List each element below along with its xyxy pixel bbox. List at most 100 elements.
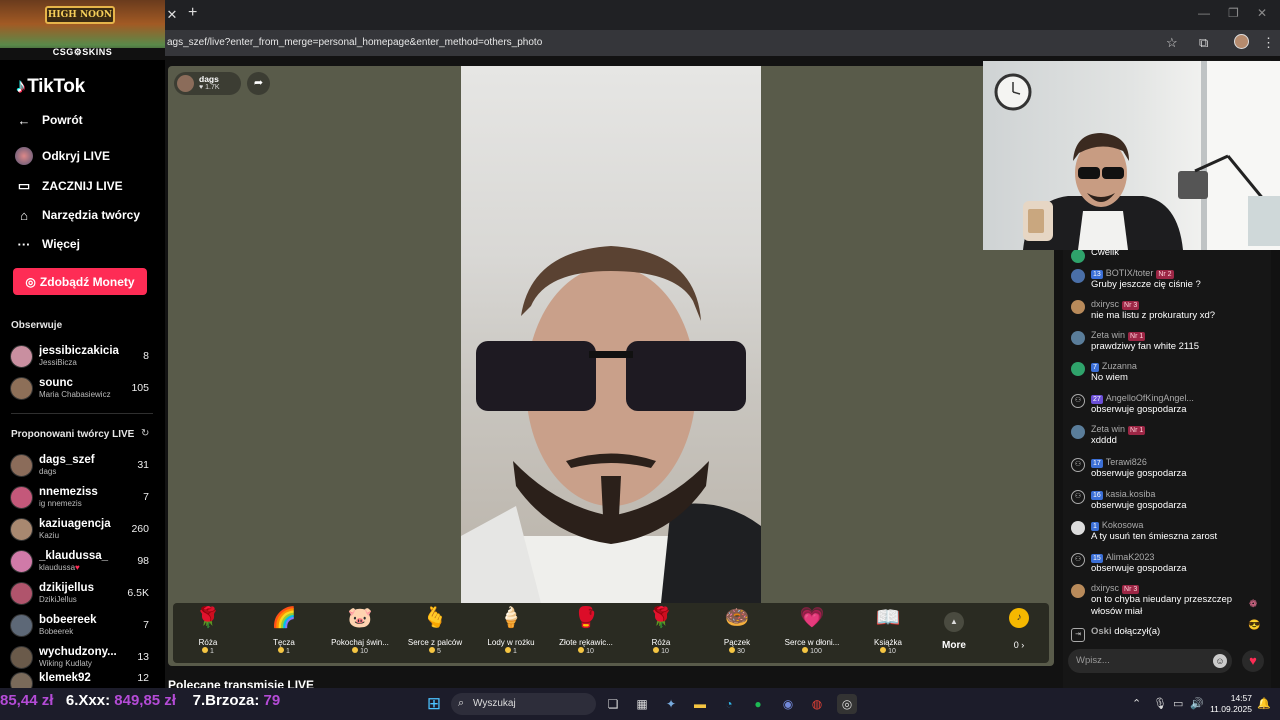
chat-message: ⚇ 15 AlimaK2023 obserwuje gospodarza	[1071, 551, 1267, 575]
chat-message: ⚇ 27 AngelloOfKingAngel... obserwuje gospod…	[1071, 392, 1267, 416]
refresh-icon[interactable]: ↻	[141, 428, 149, 439]
follow-icon: ⚇	[1071, 553, 1085, 567]
gift-item[interactable]: 🌹 Róża 10	[625, 606, 697, 655]
nav-creator-tools[interactable]: ⌂ Narzędzia twórcy	[14, 203, 140, 227]
chat-message: 1 Kokosowa A ty usuń ten śmieszna zarost	[1071, 519, 1267, 543]
network-icon[interactable]: ▭	[1173, 697, 1183, 710]
chat-message: ⚇ 16 kasia.kosiba obserwuje gospodarza	[1071, 488, 1267, 512]
suggested-item[interactable]: _klaudussa_ klaudussa♥ 98	[10, 546, 155, 576]
suggested-item[interactable]: kaziuagencja Kaziu 260	[10, 514, 155, 544]
suggested-item[interactable]: dags_szef dags 31	[10, 450, 155, 480]
suggested-item[interactable]: klemek92 12	[10, 672, 155, 688]
windows-start-icon[interactable]: ⊞	[424, 694, 444, 714]
tray-chevron-icon[interactable]: ⌃	[1132, 697, 1141, 710]
tab-close-icon[interactable]: ✕	[166, 7, 178, 23]
finger-heart-icon: 🫰	[422, 607, 448, 629]
promo-brand: CSG⚙SKINS	[52, 47, 113, 57]
minimize-icon[interactable]: —	[1198, 6, 1210, 20]
chat-input[interactable]: Wpisz...	[1068, 649, 1232, 673]
join-message: ⇥ Oski dołączył(a)	[1071, 626, 1267, 642]
gift-item[interactable]: 🐷 Pokochaj świn... 10	[324, 606, 396, 655]
nav-discover-live[interactable]: Odkryj LIVE	[14, 144, 110, 168]
golden-gloves-icon: 🥊	[573, 607, 599, 629]
gift-item[interactable]: 💗 Serce w dłoni... 100	[776, 606, 848, 655]
more-dots-icon: ···	[17, 236, 31, 252]
task-view-icon[interactable]: ❏	[603, 694, 623, 714]
rose-icon: 🌹	[648, 607, 674, 629]
donut-icon: 🍩	[724, 607, 750, 629]
window-close-icon[interactable]: ✕	[1257, 6, 1267, 20]
restore-icon[interactable]: ❐	[1228, 6, 1239, 20]
chat-message: dxirysc Nr 3 nie ma listu z prokuratury xd…	[1071, 298, 1267, 322]
taskbar-clock[interactable]: 14:57 11.09.2025	[1200, 693, 1252, 715]
suggested-item[interactable]: nnemeziss ig nnemezis 7	[10, 482, 155, 512]
chat-message: Zeta win Nr 1 xdddd	[1071, 423, 1267, 447]
profile-avatar[interactable]	[1234, 34, 1249, 49]
url-text[interactable]: ags_szef/live?enter_from_merge=personal_…	[167, 37, 542, 48]
more-gifts-button[interactable]: ▲ More	[938, 612, 970, 651]
file-explorer-icon[interactable]: ▬	[690, 694, 710, 714]
browser-menu-icon[interactable]: ⋮	[1262, 35, 1275, 51]
obs-icon[interactable]: ◎	[837, 694, 857, 714]
gift-item[interactable]: 🌈 Tęcza 1	[248, 606, 320, 655]
like-heart-icon[interactable]: ♥	[1242, 650, 1264, 672]
heart-hand-icon: 💗	[799, 607, 825, 629]
nav-go-live[interactable]: ▭ ZACZNIJ LIVE	[14, 174, 123, 198]
chevron-up-icon: ▲	[944, 612, 964, 632]
streamer-webcam	[983, 61, 1280, 250]
chrome-icon[interactable]: ◍	[807, 694, 827, 714]
chat-message: 13 BOTIX/toter Nr 2 Gruby jeszcze cię ciśni…	[1071, 267, 1267, 291]
live-discover-icon	[14, 146, 34, 166]
host-likes: ♥ 1.7K	[199, 84, 220, 91]
live-video[interactable]	[461, 66, 761, 603]
host-name: dags	[199, 74, 219, 84]
follow-icon: ⚇	[1071, 394, 1085, 408]
microphone-icon[interactable]: 🎙	[1153, 697, 1167, 710]
bookmark-star-icon[interactable]: ☆	[1166, 35, 1178, 51]
gift-item[interactable]: 📖 Książka 10	[852, 606, 924, 655]
divider	[11, 413, 153, 414]
notification-icon[interactable]: 🔔	[1257, 697, 1271, 710]
tiktok-logo[interactable]: ♪ TikTok	[16, 76, 85, 98]
gift-item[interactable]: 🫰 Serce z palców 5	[399, 606, 471, 655]
spotify-icon[interactable]: ●	[748, 694, 768, 714]
gift-item[interactable]: 🥊 Złote rękawic... 10	[550, 606, 622, 655]
taskbar-search[interactable]: Wyszukaj	[451, 693, 596, 715]
emoji-icon[interactable]: ☺	[1213, 654, 1227, 668]
chat-message: ⚇ 17 Terawi826 obserwuje gospodarza	[1071, 456, 1267, 480]
new-tab-icon[interactable]: +	[188, 4, 197, 22]
coin-balance[interactable]: ♪ 0 ›	[998, 608, 1040, 650]
stream-ticker: 85,44 zł 6.Xxx: 849,85 zł 7.Brzoza: 79	[0, 692, 281, 709]
search-icon: ⌕	[458, 697, 465, 709]
chat-message: 7 Zuzanna No wiem	[1071, 360, 1267, 384]
nav-back[interactable]: ← Powrót	[14, 108, 83, 132]
tiktok-note-icon: ♪	[16, 76, 26, 97]
suggested-item[interactable]: dzikijellus DzikiJellus 6.5K	[10, 578, 155, 608]
rainbow-icon: 🌈	[271, 607, 297, 629]
store-icon[interactable]: ▦	[632, 694, 652, 714]
rose-icon: 🌹	[195, 607, 221, 629]
gift-item[interactable]: 🍦 Lody w rożku 1	[475, 606, 547, 655]
nav-more[interactable]: ··· Więcej	[14, 232, 80, 256]
following-item[interactable]: jessibiczakicia JessiBicza 8	[10, 341, 155, 371]
get-coins-button[interactable]: ◎ Zdobądź Monety	[13, 268, 147, 295]
following-title: Obserwuje	[11, 320, 63, 331]
share-icon[interactable]: ➦	[247, 72, 270, 95]
following-item[interactable]: sounc Maria Chabasiewicz 105	[10, 373, 155, 403]
host-avatar	[177, 75, 194, 92]
back-arrow-icon: ←	[17, 112, 31, 128]
suggested-item[interactable]: bobeereek Bobeerek 7	[10, 610, 155, 640]
chat-message: Zeta win Nr 1 prawdziwy fan white 2115	[1071, 329, 1267, 353]
discord-icon[interactable]: ◉	[778, 694, 798, 714]
edge-icon[interactable]: ◔	[719, 694, 739, 714]
gift-item[interactable]: 🌹 Róża 1	[172, 606, 244, 655]
tiktok-coin-icon: ♪	[1009, 608, 1029, 628]
suggested-item[interactable]: wychudzony... Wiking Kudlaty 13	[10, 642, 155, 672]
follow-icon: ⚇	[1071, 458, 1085, 472]
copilot-icon[interactable]: ✦	[661, 694, 681, 714]
gift-item[interactable]: 🍩 Pączek 30	[701, 606, 773, 655]
join-icon: ⇥	[1071, 628, 1085, 642]
ice-cream-icon: 🍦	[498, 607, 524, 629]
pig-icon: 🐷	[347, 607, 373, 629]
extensions-icon[interactable]: ⧉	[1199, 35, 1208, 51]
